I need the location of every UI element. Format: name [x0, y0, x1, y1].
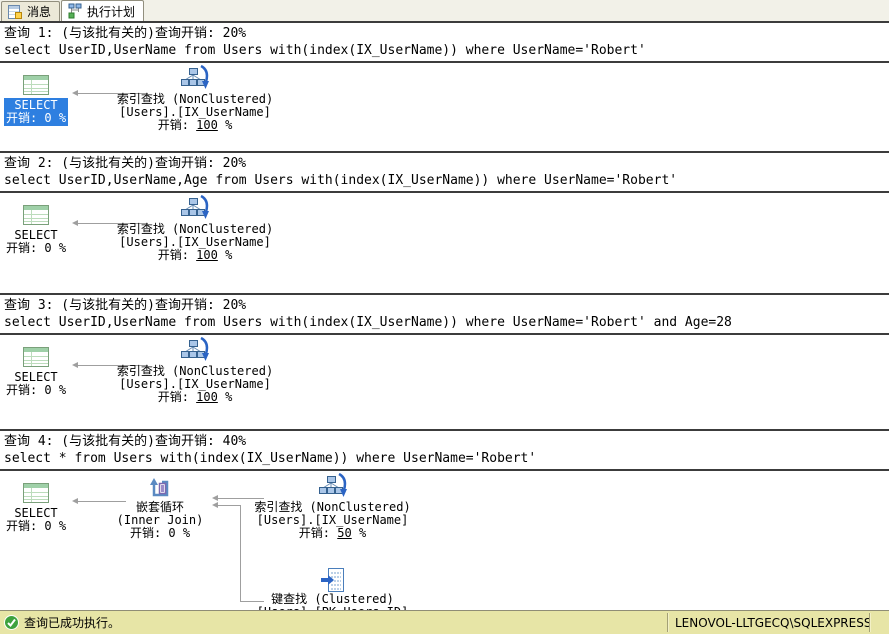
query-title: 查询 2: (与该批有关的)查询开销: 20% [4, 155, 885, 172]
query-title: 查询 4: (与该批有关的)查询开销: 40% [4, 433, 885, 450]
statusbar-grip [871, 611, 889, 634]
node-cost: 开销: 100 % [158, 249, 233, 262]
query-section-2: 查询 2: (与该批有关的)查询开销: 20% select UserID,Us… [0, 151, 889, 293]
result-grid-icon [23, 347, 49, 367]
node-cost: 开销: 50 % [299, 527, 366, 540]
nested-loops-icon [147, 475, 173, 501]
plan-node-nested-loops[interactable]: 嵌套循环 (Inner Join) 开销: 0 % [108, 471, 212, 540]
plan-connector-elbow [218, 505, 240, 506]
index-seek-icon [181, 195, 209, 223]
messages-tab-icon [7, 4, 23, 20]
query-sql-text: select UserID,UserName from Users with(i… [4, 42, 885, 59]
plan-node-select[interactable]: SELECT 开销: 0 % [2, 337, 70, 398]
node-cost: 开销: 100 % [158, 391, 233, 404]
plan-node-index-seek[interactable]: 索引查找 (NonClustered) [Users].[IX_UserName… [115, 193, 275, 262]
plan-canvas-1: SELECT 开销: 0 % [0, 63, 889, 151]
query-sql-text: select UserID,UserName,Age from Users wi… [4, 172, 885, 189]
plan-node-select[interactable]: SELECT 开销: 0 % [2, 473, 70, 534]
plan-node-index-seek[interactable]: 索引查找 (NonClustered) [Users].[IX_UserName… [250, 471, 415, 540]
plan-node-select[interactable]: SELECT 开销: 0 % [2, 195, 70, 256]
tab-messages[interactable]: 消息 [1, 1, 60, 21]
execution-plan-tab-icon [67, 3, 83, 19]
index-seek-icon [319, 473, 347, 501]
plan-node-index-seek[interactable]: 索引查找 (NonClustered) [Users].[IX_UserName… [115, 335, 275, 404]
result-grid-icon [23, 75, 49, 95]
query-section-1: 查询 1: (与该批有关的)查询开销: 20% select UserID,Us… [0, 23, 889, 151]
tab-execution-plan-label: 执行计划 [87, 3, 135, 20]
result-grid-icon [23, 205, 49, 225]
query-sql-text: select UserID,UserName from Users with(i… [4, 314, 885, 331]
node-cost: 开销: 0 % [6, 242, 66, 255]
plan-node-key-lookup[interactable]: 键查找 (Clustered) [Users].[PK_Users_ID] [250, 563, 415, 610]
node-cost: 开销: 0 % [6, 384, 66, 397]
success-icon [4, 615, 19, 630]
node-cost: 开销: 0 % [130, 527, 190, 540]
node-cost: 开销: 100 % [158, 119, 233, 132]
status-bar: 查询已成功执行。 LENOVOL-LLTGECQ\SQLEXPRESS ... [0, 610, 889, 634]
key-lookup-icon [321, 567, 345, 593]
selected-node-highlight: SELECT 开销: 0 % [4, 98, 68, 126]
results-tab-strip: 消息 执行计划 [0, 0, 889, 23]
node-cost: 开销: 0 % [6, 112, 66, 125]
status-message: 查询已成功执行。 [24, 614, 120, 631]
query-section-3: 查询 3: (与该批有关的)查询开销: 20% select UserID,Us… [0, 293, 889, 429]
query-title: 查询 1: (与该批有关的)查询开销: 20% [4, 25, 885, 42]
result-grid-icon [23, 483, 49, 503]
tab-messages-label: 消息 [27, 3, 51, 20]
node-cost: 开销: 0 % [6, 520, 66, 533]
server-name-panel: LENOVOL-LLTGECQ\SQLEXPRESS ... [669, 616, 869, 630]
plan-canvas-3: SELECT 开销: 0 % [0, 335, 889, 429]
plan-node-index-seek[interactable]: 索引查找 (NonClustered) [Users].[IX_UserName… [115, 63, 275, 132]
server-name: LENOVOL-LLTGECQ\SQLEXPRESS ... [675, 616, 869, 630]
index-seek-icon [181, 337, 209, 365]
index-seek-icon [181, 65, 209, 93]
query-sql-text: select * from Users with(index(IX_UserNa… [4, 450, 885, 467]
tab-execution-plan[interactable]: 执行计划 [61, 0, 144, 21]
execution-plan-pane: 查询 1: (与该批有关的)查询开销: 20% select UserID,Us… [0, 23, 889, 610]
status-message-panel: 查询已成功执行。 [0, 614, 667, 631]
plan-canvas-2: SELECT 开销: 0 % [0, 193, 889, 293]
plan-canvas-4: SELECT 开销: 0 % 嵌套循环 (Inner Join) 开销 [0, 471, 889, 610]
plan-node-select[interactable]: SELECT 开销: 0 % [2, 65, 70, 126]
query-section-4: 查询 4: (与该批有关的)查询开销: 40% select * from Us… [0, 429, 889, 610]
plan-connector-elbow [240, 505, 241, 601]
query-title: 查询 3: (与该批有关的)查询开销: 20% [4, 297, 885, 314]
